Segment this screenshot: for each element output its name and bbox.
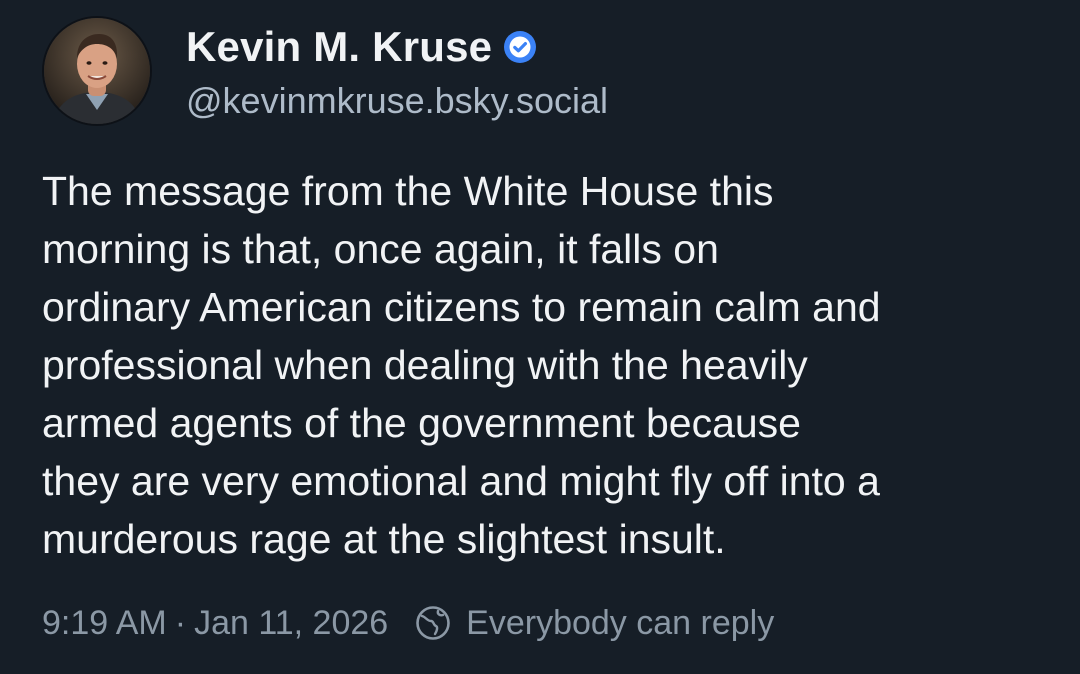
post-meta: 9:19 AM · Jan 11, 2026 Everybody can rep… [42, 600, 774, 646]
post-text: The message from the White House this mo… [42, 162, 1052, 568]
author-handle[interactable]: @kevinmkruse.bsky.social [186, 78, 608, 124]
post-text-line: The message from the White House this [42, 168, 774, 214]
post-text-line: ordinary American citizens to remain cal… [42, 284, 881, 330]
avatar-photo [44, 18, 150, 124]
post-text-line: murderous rage at the slightest insult. [42, 516, 726, 562]
verified-check-icon [502, 29, 538, 65]
post-text-line: professional when dealing with the heavi… [42, 342, 808, 388]
globe-icon [414, 604, 452, 642]
avatar[interactable] [42, 16, 152, 126]
reply-setting[interactable]: Everybody can reply [466, 604, 774, 643]
post-date[interactable]: Jan 11, 2026 [194, 604, 388, 643]
meta-separator: · [174, 603, 187, 642]
post-text-line: they are very emotional and might fly of… [42, 458, 880, 504]
post-text-line: armed agents of the government because [42, 400, 801, 446]
post-time[interactable]: 9:19 AM [42, 604, 167, 643]
post-card: Kevin M. Kruse @kevinmkruse.bsky.social … [0, 0, 1080, 674]
author-row: Kevin M. Kruse [186, 22, 538, 72]
post-text-line: morning is that, once again, it falls on [42, 226, 719, 272]
author-display-name[interactable]: Kevin M. Kruse [186, 22, 492, 72]
